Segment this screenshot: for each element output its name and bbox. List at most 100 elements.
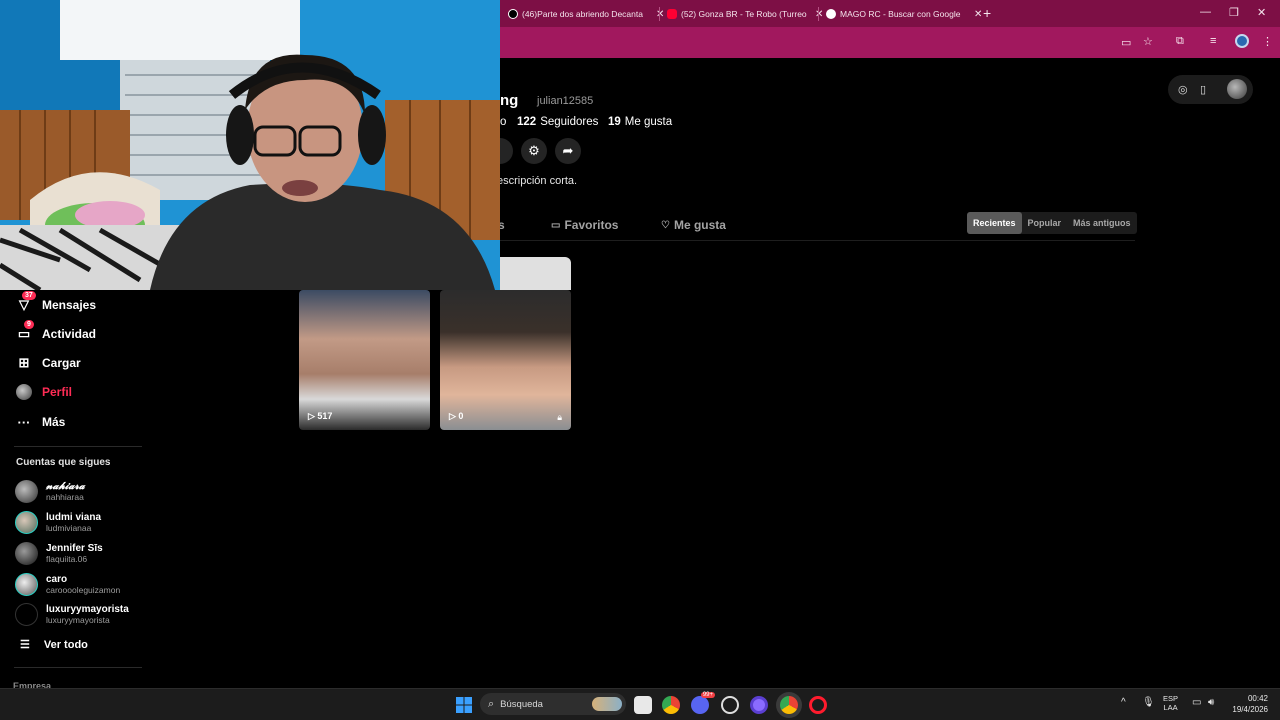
windows-start-icon[interactable]	[455, 696, 473, 714]
taskbar-clock[interactable]: 00:42 19/4/2026	[1226, 693, 1268, 715]
tab-liked[interactable]: ♡ Me gusta	[661, 218, 726, 232]
heart-icon: ♡	[661, 219, 670, 231]
show-hidden-icons[interactable]: ^	[1121, 697, 1126, 708]
stat-label: Seguidores	[540, 116, 599, 128]
close-tab-icon[interactable]: ✕	[656, 9, 664, 20]
media-control-icon[interactable]: ≡	[1210, 35, 1216, 47]
steam-icon[interactable]	[721, 696, 739, 714]
user-avatar[interactable]	[1227, 79, 1247, 99]
browser-tab-google[interactable]: MAGO RC - Buscar con Google ✕	[826, 5, 982, 23]
profile-name: ng	[500, 92, 519, 109]
sidebar-item-more[interactable]: ··· Más	[16, 414, 66, 430]
tab-separator	[659, 7, 660, 21]
following-account[interactable]: Jennifer Sīs flaquiita.06	[15, 540, 103, 566]
account-name: 𝓷𝓪𝓱𝓲𝓪𝓻𝓪	[46, 480, 85, 492]
restore-button[interactable]: ❐	[1229, 6, 1239, 19]
chrome-profile-avatar[interactable]	[1235, 34, 1249, 48]
upload-icon: ⊞	[18, 355, 30, 370]
phone-icon[interactable]: ▯	[1200, 83, 1206, 96]
obs-icon[interactable]	[750, 696, 768, 714]
following-account[interactable]: 𝓷𝓪𝓱𝓲𝓪𝓻𝓪 nahhiaraa	[15, 478, 85, 504]
language-indicator[interactable]: ESP LAA	[1163, 694, 1178, 712]
tab-label: Favoritos	[564, 218, 619, 232]
cast-icon[interactable]: ▭	[1121, 36, 1131, 49]
video-tile[interactable]: ▷ 0 🔒︎	[440, 290, 571, 430]
view-count: ▷ 517	[308, 411, 333, 421]
avatar	[15, 541, 38, 565]
opera-icon[interactable]	[809, 696, 827, 714]
account-handle: luxuryymayorista	[46, 614, 110, 625]
sidebar-item-label: Cargar	[42, 356, 81, 370]
messages-badge: 37	[22, 291, 36, 300]
new-tab-button[interactable]: +	[983, 5, 991, 21]
discord-icon[interactable]: 99+	[691, 692, 715, 714]
view-count-value: 0	[458, 411, 464, 421]
search-highlight-image	[592, 697, 622, 711]
sidebar-item-messages[interactable]: ▽ 37 Mensajes	[16, 291, 97, 313]
account-name: Jennifer Sīs	[46, 542, 103, 554]
task-view-icon[interactable]	[634, 696, 652, 714]
tab-divider	[500, 240, 1135, 241]
clock-time: 00:42	[1247, 694, 1268, 703]
account-name: ludmi viana	[46, 511, 102, 523]
following-account[interactable]: ludmi viana ludmivianaa	[15, 509, 101, 535]
tab-label: Me gusta	[673, 218, 726, 232]
tab-title: (52) Gonza BR - Te Robo (Turreo	[681, 9, 807, 19]
microphone-icon[interactable]: 🎙︎	[1142, 697, 1155, 708]
sidebar-divider	[14, 446, 142, 447]
close-tab-icon[interactable]: ✕	[974, 9, 982, 20]
see-all-label: Ver todo	[43, 638, 88, 651]
minimize-button[interactable]: —	[1200, 6, 1211, 18]
avatar	[15, 479, 38, 503]
compass-icon[interactable]: ◎	[1178, 83, 1188, 96]
following-title: Cuentas que sigues	[16, 457, 111, 468]
sidebar-item-activity[interactable]: ▭ 9 Actividad	[16, 320, 97, 342]
list-icon: ☰	[20, 639, 30, 651]
see-all-button[interactable]: ☰ Ver todo	[20, 638, 88, 652]
profile-avatar-icon	[16, 384, 32, 400]
browser-tab-youtube[interactable]: (52) Gonza BR - Te Robo (Turreo ✕	[667, 5, 823, 23]
video-tile[interactable]: ▷ 517	[299, 290, 430, 430]
following-account[interactable]: caro carooooleguizamon	[15, 571, 120, 597]
account-handle: flaquiita.06	[46, 553, 88, 564]
share-button[interactable]: ➦	[555, 138, 581, 164]
bookmark-star-icon[interactable]: ☆	[1143, 35, 1153, 48]
clock-date: 19/4/2026	[1232, 705, 1268, 714]
sidebar-item-profile[interactable]: Perfil	[16, 384, 72, 400]
search-icon: ⌕	[488, 697, 495, 710]
chrome-taskbar-icon[interactable]	[662, 696, 680, 714]
search-placeholder: Búsqueda	[500, 698, 543, 710]
chrome-active-icon[interactable]	[780, 696, 798, 714]
stat-value: 122	[517, 116, 537, 128]
volume-icon[interactable]: 🔊︎	[1208, 697, 1214, 708]
sidebar-item-label: Mensajes	[42, 298, 97, 312]
close-window-button[interactable]: ✕	[1257, 6, 1266, 19]
account-handle: nahhiaraa	[46, 491, 84, 502]
activity-icon: ▭ 9	[16, 320, 34, 342]
sort-selector: Recientes Popular Más antiguos	[967, 212, 1137, 234]
network-icon[interactable]: ▭	[1192, 697, 1201, 708]
sort-oldest[interactable]: Más antiguos	[1067, 212, 1137, 234]
browser-tab-tiktok[interactable]: (46)Parte dos abriendo Decanta ✕	[508, 5, 664, 23]
settings-button[interactable]: ⚙	[521, 138, 547, 164]
bookmark-icon: ▭	[551, 219, 561, 231]
stat-likes: 19 Me gusta	[608, 116, 672, 128]
sort-popular[interactable]: Popular	[1022, 212, 1068, 234]
account-handle: ludmivianaa	[46, 522, 92, 533]
sidebar-item-upload[interactable]: ⊞ Cargar	[16, 355, 81, 371]
stat-followers[interactable]: 122 Seguidores	[517, 116, 598, 128]
following-account[interactable]: luxuryymayorista luxuryymayorista	[15, 601, 129, 627]
close-tab-icon[interactable]: ✕	[815, 9, 823, 20]
profile-handle: julian12585	[537, 95, 594, 107]
sidebar-item-label: Actividad	[42, 327, 97, 341]
lang-top: ESP	[1163, 694, 1179, 703]
account-name: caro	[46, 573, 68, 585]
chrome-menu-icon[interactable]: ⋮	[1262, 35, 1273, 48]
extensions-icon[interactable]: ⧉	[1176, 35, 1184, 48]
lock-icon: 🔒︎	[557, 412, 562, 422]
tab-favorites[interactable]: ▭ Favoritos	[551, 218, 618, 232]
stat-value: 19	[608, 116, 621, 128]
stat-label: Me gusta	[624, 116, 673, 128]
sort-recent[interactable]: Recientes	[967, 212, 1022, 234]
taskbar-search[interactable]: ⌕ Búsqueda	[480, 693, 626, 715]
